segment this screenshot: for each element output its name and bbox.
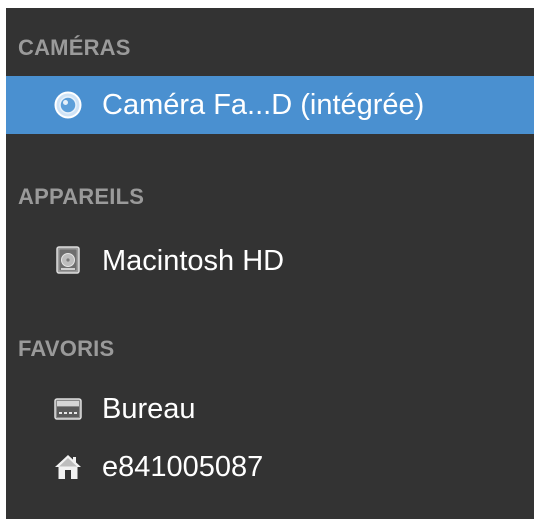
sidebar-item-label: Bureau — [102, 394, 196, 424]
hard-drive-icon — [54, 246, 82, 275]
sidebar: CAMÉRAS Caméra Fa...D (intégrée) APPAREI… — [6, 8, 534, 519]
sidebar-item-home[interactable]: e841005087 — [6, 438, 534, 496]
sidebar-item-camera[interactable]: Caméra Fa...D (intégrée) — [6, 76, 534, 134]
sidebar-item-label: Caméra Fa...D (intégrée) — [102, 90, 425, 120]
desktop-folder-icon — [54, 395, 82, 423]
sidebar-item-macintosh-hd[interactable]: Macintosh HD — [6, 232, 534, 290]
sidebar-item-label: Macintosh HD — [102, 246, 285, 276]
section-header-appareils: APPAREILS — [18, 184, 145, 209]
home-icon — [54, 453, 82, 481]
section-header-cameras: CAMÉRAS — [18, 35, 131, 60]
sidebar-item-bureau[interactable]: Bureau — [6, 380, 534, 438]
section-header-favoris: FAVORIS — [18, 336, 115, 361]
camera-icon — [54, 91, 82, 119]
sidebar-item-label: e841005087 — [102, 452, 264, 482]
